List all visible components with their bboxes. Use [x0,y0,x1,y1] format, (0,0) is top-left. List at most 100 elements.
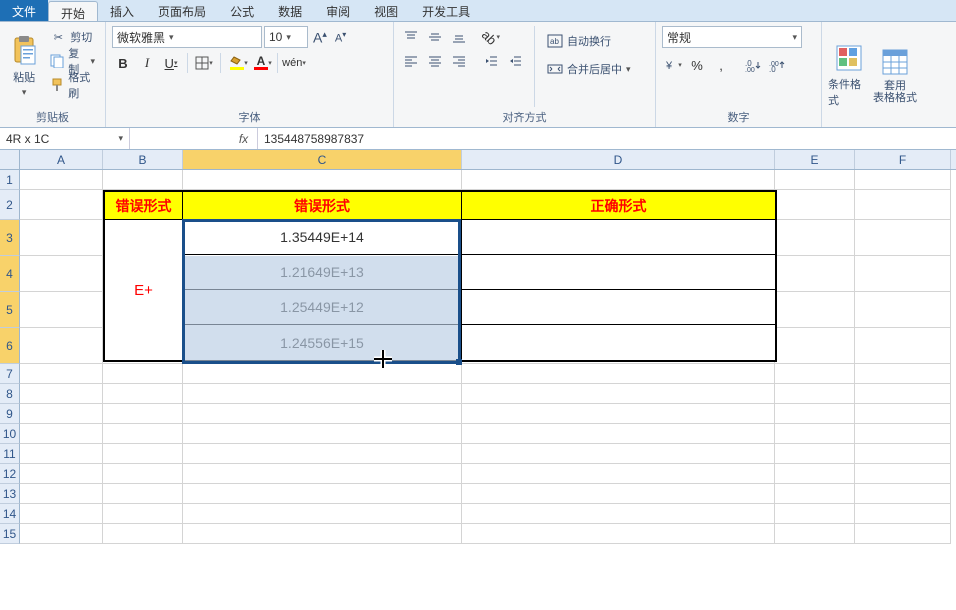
font-name-select[interactable]: 微软雅黑▾ [112,26,262,48]
chevron-down-icon: ▾ [22,87,27,98]
cell-d5[interactable] [462,290,775,325]
tab-data[interactable]: 数据 [266,0,314,21]
row-header-11[interactable]: 11 [0,444,20,464]
cell-c5[interactable]: 1.25449E+12 [183,290,462,325]
col-header-C[interactable]: C [183,150,462,169]
currency-button[interactable]: ¥▾ [662,54,684,76]
row-header-15[interactable]: 15 [0,524,20,544]
table-format-button[interactable]: 套用 表格格式 [874,26,916,123]
col-header-A[interactable]: A [20,150,103,169]
underline-button[interactable]: U▾ [160,52,182,74]
bold-button[interactable]: B [112,52,134,74]
row-header-5[interactable]: 5 [0,292,20,328]
table-side-label[interactable]: E+ [105,220,183,360]
tab-view[interactable]: 视图 [362,0,410,21]
row-header-1[interactable]: 1 [0,170,20,190]
col-header-B[interactable]: B [103,150,183,169]
format-painter-button[interactable]: 格式刷 [46,74,99,96]
tab-home[interactable]: 开始 [48,1,98,21]
table-header-3[interactable]: 正确形式 [462,192,775,220]
decrease-font-button[interactable]: A▾ [332,30,349,45]
formula-input[interactable]: 135448758987837 [258,128,956,149]
table-header-2[interactable]: 错误形式 [183,192,462,220]
cell-c4[interactable]: 1.21649E+13 [183,255,462,290]
decrease-decimal-button[interactable]: .00.0 [766,54,788,76]
align-bottom-button[interactable] [448,26,470,48]
cell-c6[interactable]: 1.24556E+15 [183,325,462,360]
percent-button[interactable]: % [686,54,708,76]
row-header-9[interactable]: 9 [0,404,20,424]
phonetic-button[interactable]: wén▾ [283,52,305,74]
col-header-E[interactable]: E [775,150,855,169]
paste-button[interactable]: 粘贴 ▾ [6,26,42,107]
decrease-indent-button[interactable] [480,50,502,72]
conditional-formatting-button[interactable]: 条件格式 [828,26,870,123]
merge-center-button[interactable]: 合并后居中▾ [543,58,635,80]
grid: A B C D E F 1 2 3 4 5 6 7 8 9 10 11 12 1… [0,150,956,544]
tab-review[interactable]: 审阅 [314,0,362,21]
align-center-button[interactable] [424,50,446,72]
scissors-icon: ✂ [50,29,66,45]
tab-developer[interactable]: 开发工具 [410,0,482,21]
svg-text:¥: ¥ [665,60,673,72]
row-header-6[interactable]: 6 [0,328,20,364]
table-header-1[interactable]: 错误形式 [105,192,183,220]
ribbon: 粘贴 ▾ ✂ 剪切 复制▾ 格式刷 [0,22,956,128]
tab-file[interactable]: 文件 [0,0,48,21]
row-header-8[interactable]: 8 [0,384,20,404]
group-number: 常规▾ ¥▾ % , .0.00 .00.0 数字 [656,22,822,127]
copy-icon [50,53,64,69]
align-top-button[interactable] [400,26,422,48]
font-color-button[interactable]: A▾ [250,52,272,74]
brush-icon [50,77,64,93]
align-middle-button[interactable] [424,26,446,48]
group-label-alignment: 对齐方式 [400,107,649,125]
comma-button[interactable]: , [710,54,732,76]
increase-decimal-button[interactable]: .0.00 [742,54,764,76]
row-header-12[interactable]: 12 [0,464,20,484]
svg-text:.0: .0 [769,65,776,72]
formula-bar: 4R x 1C▾ fx 135448758987837 [0,128,956,150]
align-right-button[interactable] [448,50,470,72]
group-label-font: 字体 [112,107,387,125]
svg-text:.00: .00 [745,67,755,72]
orientation-button[interactable]: ab▾ [480,26,502,48]
italic-button[interactable]: I [136,52,158,74]
font-size-select[interactable]: 10▾ [264,26,308,48]
number-format-select[interactable]: 常规▾ [662,26,802,48]
group-label-number: 数字 [662,107,815,125]
row-header-4[interactable]: 4 [0,256,20,292]
group-clipboard: 粘贴 ▾ ✂ 剪切 复制▾ 格式刷 [0,22,106,127]
row-header-14[interactable]: 14 [0,504,20,524]
cell-d4[interactable] [462,255,775,290]
paste-icon [8,35,40,67]
border-button[interactable]: ▾ [193,52,215,74]
row-header-2[interactable]: 2 [0,190,20,220]
cell-c3[interactable]: 1.35449E+14 [183,220,462,255]
increase-indent-button[interactable] [504,50,526,72]
select-all-corner[interactable] [0,150,20,169]
user-table: 错误形式 错误形式 正确形式 E+ 1.35449E+14 1.21649E+1… [103,190,777,362]
row-header-3[interactable]: 3 [0,220,20,256]
row-headers: 1 2 3 4 5 6 7 8 9 10 11 12 13 14 15 [0,170,20,544]
column-headers: A B C D E F [0,150,956,170]
cell-d6[interactable] [462,325,775,360]
cells-area[interactable]: 错误形式 错误形式 正确形式 E+ 1.35449E+14 1.21649E+1… [20,170,956,544]
row-header-10[interactable]: 10 [0,424,20,444]
wrap-text-button[interactable]: ab 自动换行 [543,30,635,52]
menu-bar: 文件 开始 插入 页面布局 公式 数据 审阅 视图 开发工具 [0,0,956,22]
fx-button[interactable]: fx [230,128,258,149]
row-header-13[interactable]: 13 [0,484,20,504]
tab-page-layout[interactable]: 页面布局 [146,0,218,21]
increase-font-button[interactable]: A▴ [310,29,330,46]
align-left-button[interactable] [400,50,422,72]
group-font: 微软雅黑▾ 10▾ A▴ A▾ B I U▾ ▾ ▾ A▾ wén▾ 字体 [106,22,394,127]
tab-insert[interactable]: 插入 [98,0,146,21]
fill-color-button[interactable]: ▾ [226,52,248,74]
row-header-7[interactable]: 7 [0,364,20,384]
col-header-D[interactable]: D [462,150,775,169]
cell-d3[interactable] [462,220,775,255]
tab-formulas[interactable]: 公式 [218,0,266,21]
name-box[interactable]: 4R x 1C▾ [0,128,130,149]
col-header-F[interactable]: F [855,150,951,169]
